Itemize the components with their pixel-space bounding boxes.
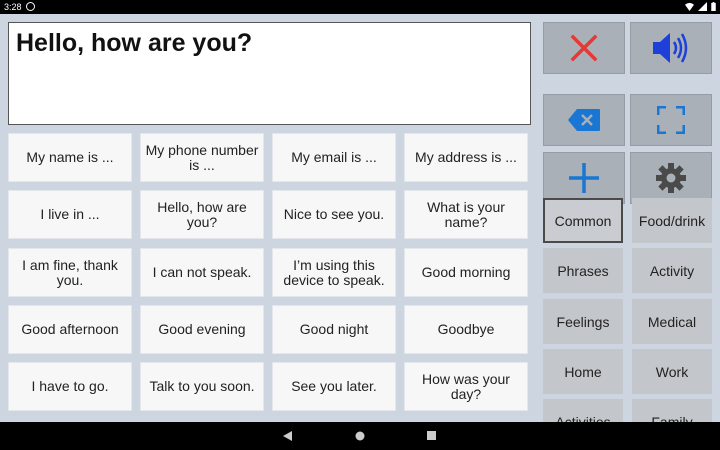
category-common[interactable]: Common [543,198,623,243]
phrase-button[interactable]: Nice to see you. [272,190,396,239]
navigation-bar [0,422,720,450]
app-container: Hello, how are you? My name is ... My ph… [0,14,720,422]
category-activities[interactable]: Activities [543,399,623,422]
phrase-button[interactable]: My email is ... [272,133,396,182]
phrase-button[interactable]: I have to go. [8,362,132,411]
phrase-button[interactable]: My address is ... [404,133,528,182]
gear-icon [656,163,686,193]
status-time: 3:28 [4,2,22,12]
fullscreen-icon [657,106,685,134]
clear-button[interactable] [543,22,625,74]
phrase-button[interactable]: I can not speak. [140,248,264,297]
phrase-button[interactable]: Good evening [140,305,264,354]
back-icon[interactable] [283,431,292,441]
phrase-button[interactable]: Talk to you soon. [140,362,264,411]
category-feelings[interactable]: Feelings [543,299,623,344]
phrase-button[interactable]: I’m using this device to speak. [272,248,396,297]
signal-icon [698,2,707,11]
backspace-icon [568,109,600,131]
phrase-button[interactable]: I live in ... [8,190,132,239]
phrase-button[interactable]: Goodbye [404,305,528,354]
phrase-button[interactable]: I am fine, thank you. [8,248,132,297]
add-button[interactable] [543,152,625,204]
message-display[interactable]: Hello, how are you? [8,22,531,125]
message-text: Hello, how are you? [16,29,253,57]
speaker-icon [653,33,688,63]
home-icon[interactable] [355,431,365,441]
close-icon [570,34,598,62]
category-activity[interactable]: Activity [632,248,712,293]
phrase-button[interactable]: Good afternoon [8,305,132,354]
phrase-button[interactable]: See you later. [272,362,396,411]
status-bar: 3:28 [0,0,720,14]
category-work[interactable]: Work [632,349,712,394]
phrase-button[interactable]: Good night [272,305,396,354]
category-home[interactable]: Home [543,349,623,394]
backspace-button[interactable] [543,94,625,146]
speak-button[interactable] [630,22,712,74]
phrase-button[interactable]: What is your name? [404,190,528,239]
battery-icon [711,2,716,11]
fullscreen-button[interactable] [630,94,712,146]
phrase-button[interactable]: Hello, how are you? [140,190,264,239]
phrase-button[interactable]: My name is ... [8,133,132,182]
phrase-button[interactable]: My phone number is ... [140,133,264,182]
phrase-button[interactable]: Good morning [404,248,528,297]
wifi-icon [685,2,694,11]
category-phrases[interactable]: Phrases [543,248,623,293]
category-food-drink[interactable]: Food/drink [632,198,712,243]
status-icons [685,2,716,11]
recents-icon[interactable] [427,431,436,440]
category-medical[interactable]: Medical [632,299,712,344]
phrase-button[interactable]: How was your day? [404,362,528,411]
notification-icon [26,2,35,11]
category-family[interactable]: Family [632,399,712,422]
settings-button[interactable] [630,152,712,204]
plus-icon [569,163,599,193]
